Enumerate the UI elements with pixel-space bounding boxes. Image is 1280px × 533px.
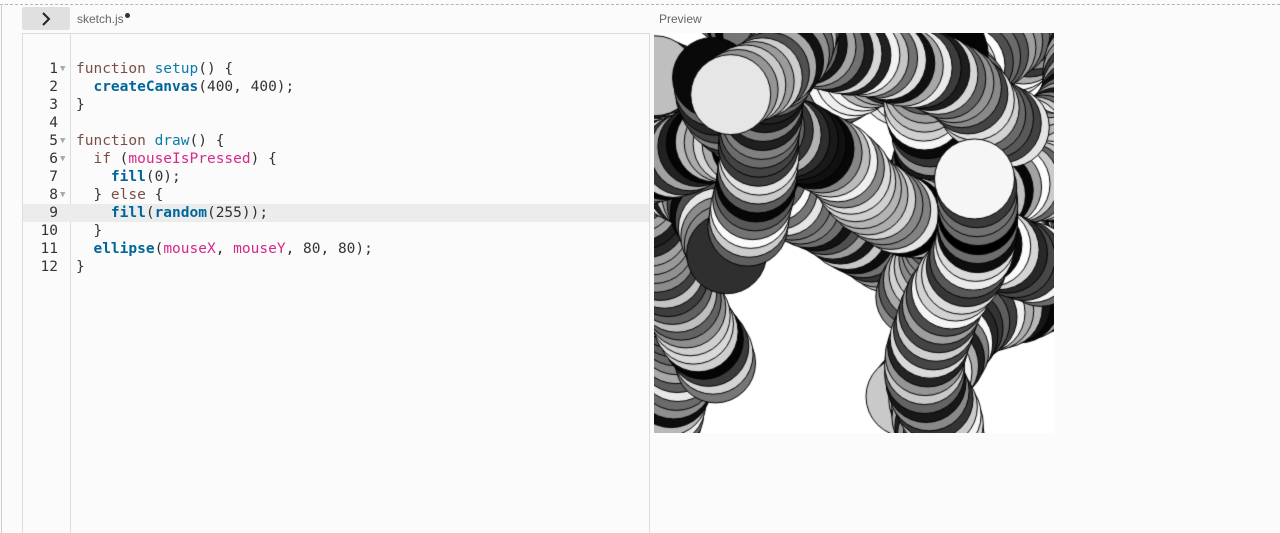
fold-arrow-icon[interactable]: ▼ [60, 60, 65, 78]
code-line[interactable]: 11 ellipse(mouseX, mouseY, 80, 80); [23, 240, 649, 258]
line-text: } [76, 96, 85, 114]
code-token: function [76, 133, 155, 149]
code-line[interactable]: 4 [23, 114, 649, 132]
code-token: ( [154, 241, 164, 257]
top-border [0, 4, 1280, 5]
line-number: 3 [49, 97, 58, 113]
code-token: (0); [145, 169, 181, 185]
code-token: mouseIsPressed [128, 151, 251, 167]
unsaved-indicator-icon [124, 13, 130, 18]
line-number: 4 [49, 115, 58, 131]
code-token: (255)); [206, 205, 269, 221]
code-token: } [76, 259, 85, 275]
code-token: setup [154, 61, 199, 77]
line-text: ellipse(mouseX, mouseY, 80, 80); [76, 240, 373, 258]
code-line[interactable]: 10 } [23, 222, 649, 240]
line-number: 5 [49, 133, 58, 149]
code-token: function [76, 61, 155, 77]
code-token: fill [110, 205, 146, 221]
file-tab[interactable]: sketch.js [77, 12, 130, 26]
left-border [1, 4, 2, 533]
code-token: } [76, 187, 111, 203]
preview-label: Preview [659, 12, 702, 26]
fold-arrow-icon[interactable]: ▼ [60, 132, 65, 150]
code-line[interactable]: 7 fill(0); [23, 168, 649, 186]
file-name: sketch.js [77, 12, 124, 26]
code-token: ( [145, 205, 155, 221]
code-token: () { [189, 133, 225, 149]
line-number: 8 [49, 187, 58, 203]
code-line[interactable]: 6 ▼ if (mouseIsPressed) { [23, 150, 649, 168]
line-number: 2 [49, 79, 58, 95]
code-token: ellipse [93, 241, 155, 257]
code-token: mouseY [233, 241, 286, 257]
line-text: } [76, 258, 85, 276]
line-number: 12 [40, 259, 58, 275]
toggle-sidebar-button[interactable] [22, 7, 70, 30]
code-line[interactable]: 8 ▼ } else { [23, 186, 649, 204]
chevron-right-icon [42, 11, 51, 26]
code-line[interactable]: 3} [23, 96, 649, 114]
line-number: 9 [49, 205, 58, 221]
line-text: if (mouseIsPressed) { [76, 150, 277, 168]
line-text: function draw() { [76, 132, 224, 150]
fold-arrow-icon[interactable]: ▼ [60, 186, 65, 204]
code-token: if [76, 151, 120, 167]
line-number: 1 [49, 61, 58, 77]
code-editor[interactable]: 1 ▼ function setup() {2 createCanvas(400, … [22, 33, 650, 533]
fold-arrow-icon[interactable]: ▼ [60, 150, 65, 168]
code-line[interactable]: 5 ▼ function draw() { [23, 132, 649, 150]
line-text: createCanvas(400, 400); [76, 78, 294, 96]
code-token: else [110, 187, 146, 203]
code-line[interactable]: 9 fill(random(255)); [23, 204, 649, 222]
code-token: { [145, 187, 164, 203]
line-text: } else { [76, 186, 163, 204]
line-number: 6 [49, 151, 58, 167]
code-token: } [76, 223, 103, 239]
code-token: (400, 400); [198, 79, 295, 95]
code-token: draw [154, 133, 190, 149]
code-line[interactable]: 1 ▼ function setup() { [23, 60, 649, 78]
code-token: fill [110, 169, 146, 185]
code-token: createCanvas [93, 79, 199, 95]
code-token: , 80, 80); [285, 241, 373, 257]
code-token: , [215, 241, 234, 257]
line-number: 7 [49, 169, 58, 185]
code-lines[interactable]: 1 ▼ function setup() {2 createCanvas(400, … [23, 60, 649, 276]
line-text: } [76, 222, 102, 240]
code-token: () { [198, 61, 234, 77]
code-token: mouseX [163, 241, 216, 257]
line-text: fill(0); [76, 168, 181, 186]
code-line[interactable]: 2 createCanvas(400, 400); [23, 78, 649, 96]
code-line[interactable]: 12} [23, 258, 649, 276]
line-number: 11 [40, 241, 58, 257]
line-text: function setup() { [76, 60, 233, 78]
sketch-preview-canvas[interactable] [654, 33, 1054, 433]
code-token: } [76, 97, 85, 113]
code-token: random [154, 205, 207, 221]
code-token: ) { [250, 151, 277, 167]
line-number: 10 [40, 223, 58, 239]
line-text: fill(random(255)); [76, 204, 268, 222]
